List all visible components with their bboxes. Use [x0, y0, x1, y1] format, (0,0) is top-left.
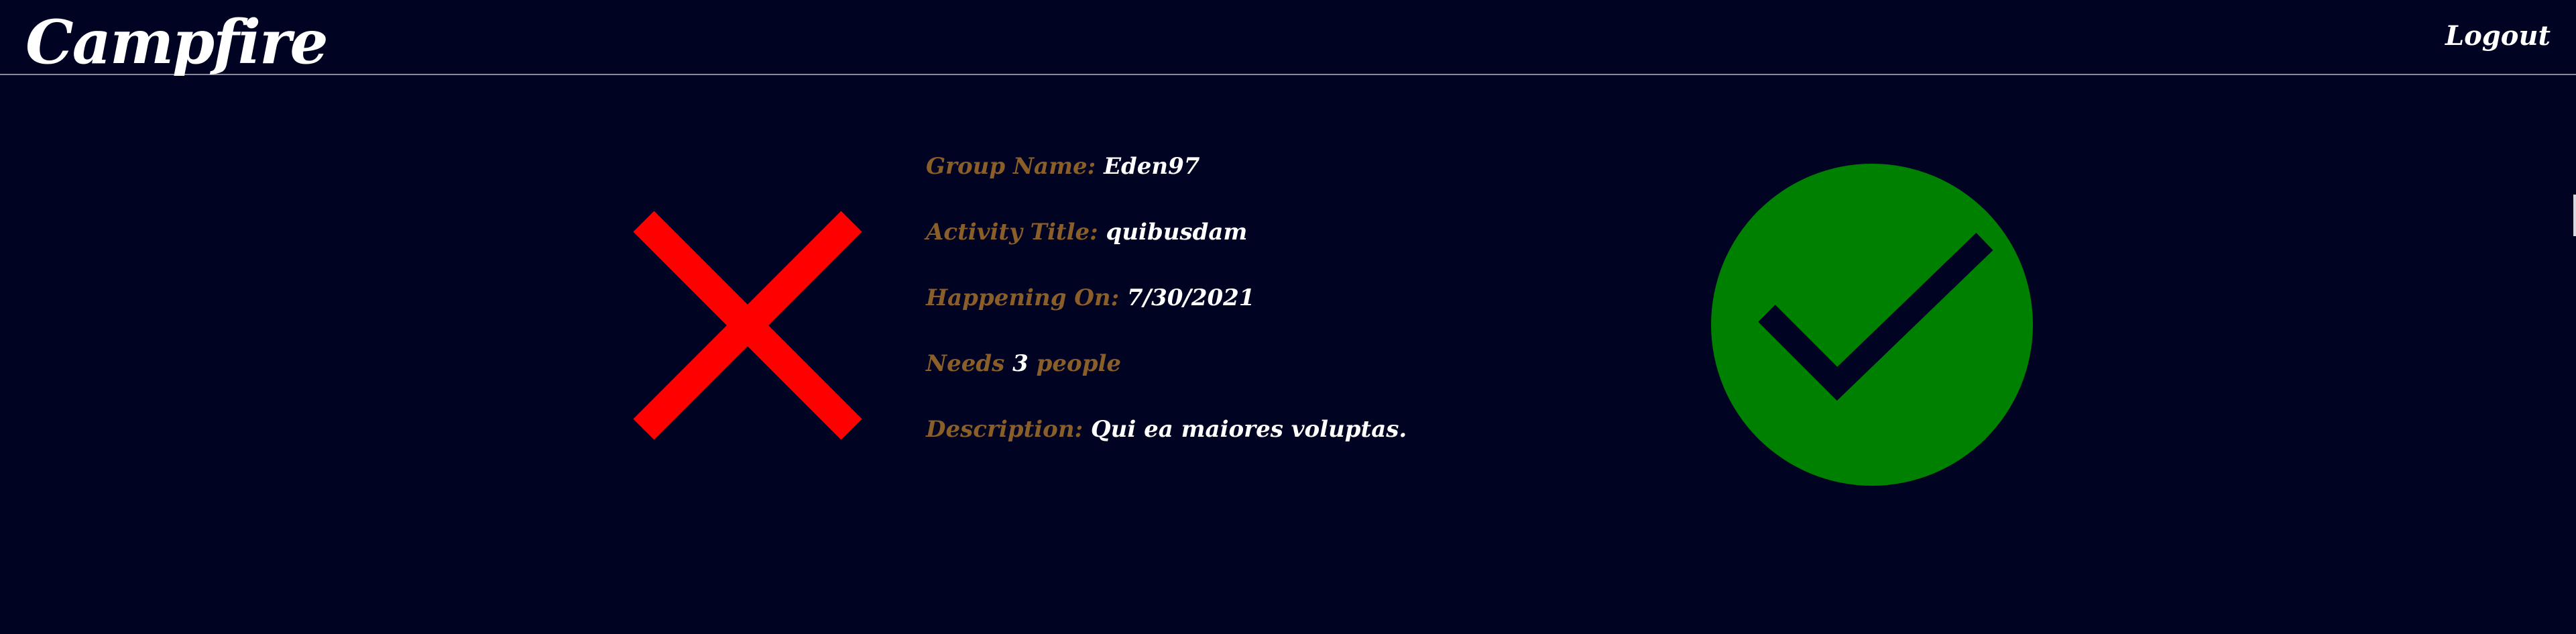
activity-title-label: Activity Title: [926, 219, 1098, 246]
activity-title-value: quibusdam [1106, 219, 1248, 246]
group-name-label: Group Name: [926, 153, 1096, 180]
accept-button[interactable] [1710, 162, 2035, 488]
activity-title-row: Activity Title: quibusdam [926, 213, 1407, 279]
happening-on-row: Happening On: 7/30/2021 [926, 279, 1407, 345]
needs-suffix: people [1036, 350, 1122, 377]
needs-prefix: Needs [926, 350, 1005, 377]
needs-count: 3 [1012, 350, 1029, 377]
scrollbar-edge[interactable] [2573, 195, 2576, 236]
group-name-value: Eden97 [1104, 153, 1200, 180]
happening-on-label: Happening On: [926, 284, 1120, 311]
group-name-row: Group Name: Eden97 [926, 148, 1407, 213]
happening-on-value: 7/30/2021 [1127, 284, 1255, 311]
description-label: Description: [926, 416, 1084, 443]
close-icon [633, 211, 862, 440]
top-nav: Campfire Logout [0, 0, 2576, 78]
activity-details: Group Name: Eden97 Activity Title: quibu… [926, 148, 1407, 476]
description-value: Qui ea maiores voluptas. [1090, 416, 1407, 443]
reject-button[interactable] [630, 208, 865, 443]
description-row: Description: Qui ea maiores voluptas. [926, 411, 1407, 476]
brand-logo[interactable]: Campfire [25, 5, 329, 79]
checkmark-icon [1711, 164, 2033, 486]
logout-button[interactable]: Logout [2445, 17, 2551, 55]
needs-row: Needs 3 people [926, 345, 1407, 411]
